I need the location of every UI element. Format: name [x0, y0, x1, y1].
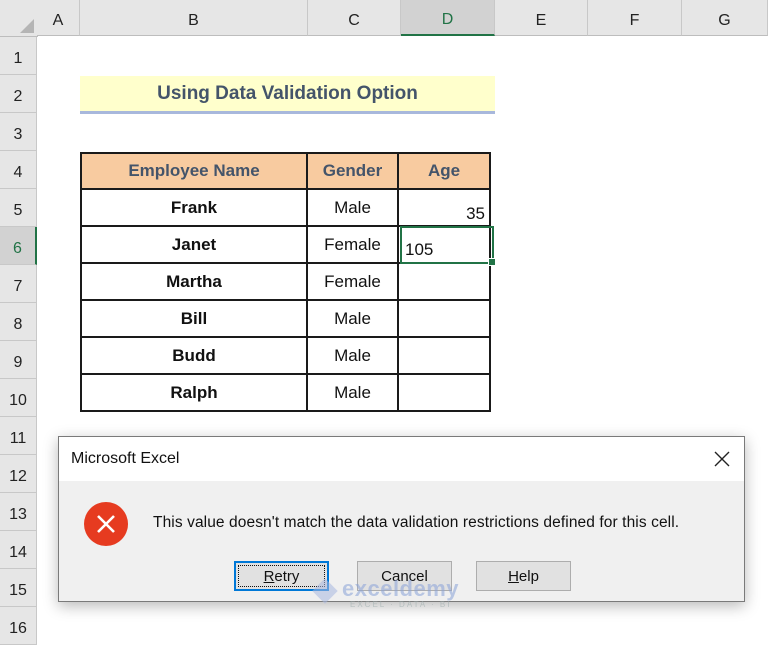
- row-header-8[interactable]: 8: [0, 303, 37, 341]
- cell-age[interactable]: [397, 373, 491, 412]
- header-age[interactable]: Age: [397, 152, 491, 190]
- row-header-14[interactable]: 14: [0, 531, 37, 569]
- cell-name[interactable]: Janet: [80, 225, 308, 264]
- title-cell[interactable]: Using Data Validation Option: [80, 76, 495, 114]
- retry-button[interactable]: Retry: [234, 561, 329, 591]
- cell-gender[interactable]: Male: [306, 299, 399, 338]
- table-row: Martha Female: [80, 262, 491, 301]
- row-header-4[interactable]: 4: [0, 151, 37, 189]
- column-header-c[interactable]: C: [308, 0, 401, 36]
- row-header-7[interactable]: 7: [0, 265, 37, 303]
- help-button[interactable]: Help: [476, 561, 571, 591]
- cell-gender[interactable]: Male: [306, 336, 399, 375]
- row-header-1[interactable]: 1: [0, 37, 37, 75]
- table-row: Bill Male: [80, 299, 491, 338]
- cancel-button[interactable]: Cancel: [357, 561, 452, 591]
- cell-gender[interactable]: Male: [306, 188, 399, 227]
- error-icon: [84, 502, 128, 546]
- column-header-e[interactable]: E: [495, 0, 588, 36]
- close-icon: [714, 451, 730, 467]
- cell-age[interactable]: 35: [397, 188, 491, 227]
- cell-gender[interactable]: Female: [306, 225, 399, 264]
- cell-name[interactable]: Ralph: [80, 373, 308, 412]
- column-header-a[interactable]: A: [37, 0, 80, 36]
- cell-name[interactable]: Budd: [80, 336, 308, 375]
- help-label: Help: [508, 568, 539, 585]
- help-mnemonic: H: [508, 567, 519, 585]
- table-row: Ralph Male: [80, 373, 491, 412]
- row-header-15[interactable]: 15: [0, 569, 37, 607]
- select-all-button[interactable]: [0, 0, 38, 37]
- fill-handle[interactable]: [488, 258, 496, 266]
- dialog-title: Microsoft Excel: [71, 450, 180, 467]
- header-gender[interactable]: Gender: [306, 152, 399, 190]
- dialog-title-bar[interactable]: Microsoft Excel: [59, 437, 744, 481]
- header-employee-name[interactable]: Employee Name: [80, 152, 308, 190]
- row-header-3[interactable]: 3: [0, 113, 37, 151]
- row-header-5[interactable]: 5: [0, 189, 37, 227]
- row-header-12[interactable]: 12: [0, 455, 37, 493]
- column-header-d[interactable]: D: [401, 0, 495, 36]
- help-label-rest: elp: [518, 567, 539, 585]
- cell-age[interactable]: [397, 299, 491, 338]
- column-header-f[interactable]: F: [588, 0, 682, 36]
- row-header-9[interactable]: 9: [0, 341, 37, 379]
- focus-ring: [238, 565, 325, 587]
- dialog-message: This value doesn't match the data valida…: [153, 514, 680, 531]
- row-header-2[interactable]: 2: [0, 75, 37, 113]
- cell-gender[interactable]: Male: [306, 373, 399, 412]
- validation-error-dialog: Microsoft Excel This value doesn't match…: [58, 436, 745, 602]
- row-header-10[interactable]: 10: [0, 379, 37, 417]
- row-header-13[interactable]: 13: [0, 493, 37, 531]
- column-header-g[interactable]: G: [682, 0, 768, 36]
- table-header-row: Employee Name Gender Age: [80, 152, 491, 190]
- employee-table: Employee Name Gender Age Frank Male 35 J…: [80, 152, 491, 412]
- row-header-11[interactable]: 11: [0, 417, 37, 455]
- dialog-body: This value doesn't match the data valida…: [59, 481, 744, 601]
- table-row: Budd Male: [80, 336, 491, 375]
- cancel-label: Cancel: [381, 567, 428, 585]
- cell-gender[interactable]: Female: [306, 262, 399, 301]
- row-header-6[interactable]: 6: [0, 227, 37, 265]
- close-button[interactable]: [700, 437, 744, 481]
- select-all-icon: [20, 19, 34, 33]
- cell-name[interactable]: Frank: [80, 188, 308, 227]
- cell-age[interactable]: [397, 336, 491, 375]
- cell-age[interactable]: [397, 262, 491, 301]
- active-cell-value: 105: [405, 240, 434, 259]
- cell-name[interactable]: Bill: [80, 299, 308, 338]
- row-header-16[interactable]: 16: [0, 607, 37, 645]
- table-row: Frank Male 35: [80, 188, 491, 227]
- cell-name[interactable]: Martha: [80, 262, 308, 301]
- active-cell-d6[interactable]: 105: [400, 226, 496, 266]
- column-header-b[interactable]: B: [80, 0, 308, 36]
